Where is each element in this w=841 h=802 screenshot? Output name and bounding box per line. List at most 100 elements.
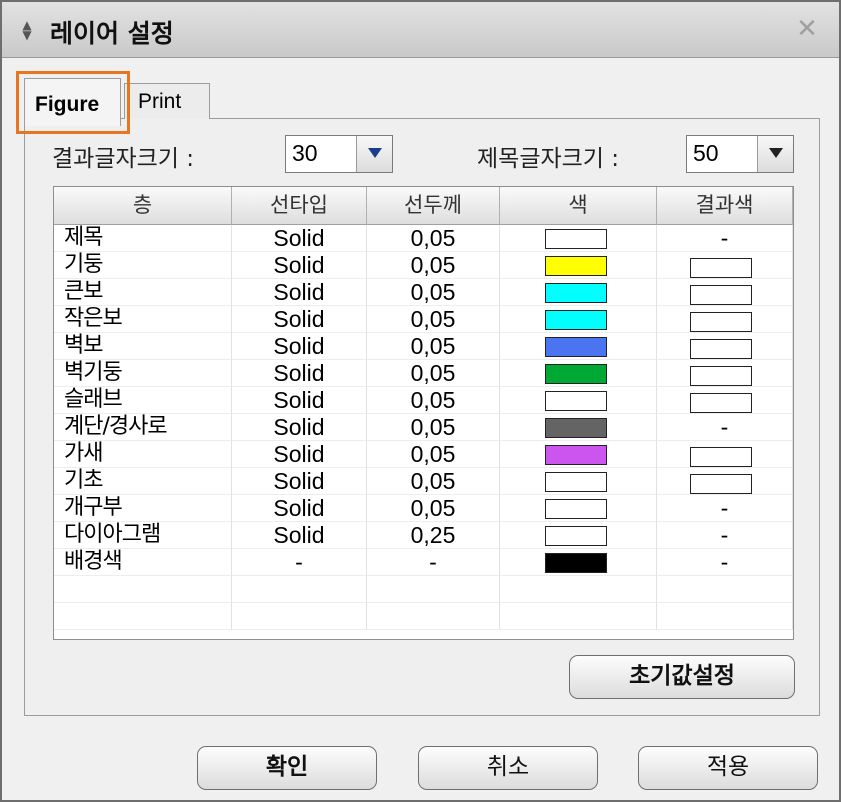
- empty-table-row: [54, 603, 793, 630]
- result-color-swatch[interactable]: [690, 312, 752, 332]
- column-header-color[interactable]: 색: [500, 187, 657, 225]
- table-row[interactable]: 슬래브 Solid 0,05: [54, 387, 793, 414]
- layer-name-cell: [54, 603, 232, 630]
- color-swatch[interactable]: [545, 229, 607, 249]
- color-swatch[interactable]: [545, 310, 607, 330]
- line-width-cell: 0,05: [367, 279, 500, 306]
- column-header-layer[interactable]: 층: [54, 187, 232, 225]
- title-font-size-label: 제목글자크기 :: [477, 146, 620, 172]
- color-swatch[interactable]: [545, 418, 607, 438]
- result-color-cell: -: [657, 549, 793, 576]
- result-font-size-select[interactable]: 30: [285, 135, 393, 173]
- color-cell: [500, 333, 657, 360]
- result-color-cell: -: [657, 522, 793, 549]
- title-font-size-select[interactable]: 50: [686, 135, 794, 173]
- line-type-cell: Solid: [232, 522, 367, 549]
- line-type-cell: Solid: [232, 279, 367, 306]
- table-row[interactable]: 큰보 Solid 0,05: [54, 279, 793, 306]
- table-row[interactable]: 기둥 Solid 0,05: [54, 252, 793, 279]
- color-swatch[interactable]: [545, 283, 607, 303]
- layer-name-cell: 개구부: [54, 495, 232, 522]
- table-row[interactable]: 개구부 Solid 0,05 -: [54, 495, 793, 522]
- color-swatch[interactable]: [545, 256, 607, 276]
- line-type-cell: Solid: [232, 468, 367, 495]
- color-swatch[interactable]: [545, 472, 607, 492]
- chevron-down-icon[interactable]: [757, 136, 793, 172]
- table-row[interactable]: 가새 Solid 0,05: [54, 441, 793, 468]
- table-row[interactable]: 다이아그램 Solid 0,25 -: [54, 522, 793, 549]
- line-width-cell: 0,05: [367, 387, 500, 414]
- color-cell: [500, 279, 657, 306]
- layer-name-cell: 배경색: [54, 549, 232, 576]
- line-width-cell: 0,05: [367, 333, 500, 360]
- result-color-swatch[interactable]: [690, 474, 752, 494]
- table-row[interactable]: 제목 Solid 0,05 -: [54, 225, 793, 252]
- color-swatch[interactable]: [545, 391, 607, 411]
- reset-defaults-button[interactable]: 초기값설정: [569, 655, 795, 699]
- column-header-line-width[interactable]: 선두께: [367, 187, 500, 225]
- ok-button[interactable]: 확인: [197, 746, 377, 790]
- result-color-swatch[interactable]: [690, 447, 752, 467]
- line-width-cell: 0,05: [367, 414, 500, 441]
- result-color-cell: [657, 576, 793, 603]
- line-width-cell: 0,05: [367, 360, 500, 387]
- line-width-cell: 0,05: [367, 306, 500, 333]
- layer-settings-dialog: ▲ ▼ 레이어 설정 ✕ 결과글자크기 : 30 제목글자크기 : 50 Figu…: [0, 0, 841, 802]
- line-width-cell: -: [367, 549, 500, 576]
- table-row[interactable]: 계단/경사로 Solid 0,05 -: [54, 414, 793, 441]
- dialog-title: 레이어 설정: [50, 19, 174, 48]
- color-cell: [500, 387, 657, 414]
- result-color-cell: -: [657, 225, 793, 252]
- color-swatch[interactable]: [545, 499, 607, 519]
- result-color-cell: [657, 279, 793, 306]
- line-type-cell: Solid: [232, 225, 367, 252]
- line-width-cell: 0,05: [367, 441, 500, 468]
- line-type-cell: Solid: [232, 441, 367, 468]
- line-type-cell: Solid: [232, 360, 367, 387]
- color-swatch[interactable]: [545, 445, 607, 465]
- cancel-button[interactable]: 취소: [418, 746, 598, 790]
- result-color-cell: [657, 468, 793, 495]
- line-width-cell: 0,05: [367, 495, 500, 522]
- tab-print[interactable]: Print: [124, 83, 210, 119]
- color-swatch[interactable]: [545, 526, 607, 546]
- line-type-cell: Solid: [232, 306, 367, 333]
- layer-name-cell: 큰보: [54, 279, 232, 306]
- layer-table: 층 선타입 선두께 색 결과색 제목 Solid 0,05- 기둥 Solid 0,05 큰…: [53, 186, 794, 640]
- table-row[interactable]: 배경색 - - -: [54, 549, 793, 576]
- table-row[interactable]: 벽기둥 Solid 0,05: [54, 360, 793, 387]
- title-bar[interactable]: ▲ ▼ 레이어 설정 ✕: [2, 2, 839, 58]
- result-color-cell: -: [657, 495, 793, 522]
- table-row[interactable]: 기초 Solid 0,05: [54, 468, 793, 495]
- line-width-cell: 0,05: [367, 252, 500, 279]
- result-color-cell: -: [657, 414, 793, 441]
- result-color-cell: [657, 333, 793, 360]
- close-icon[interactable]: ✕: [795, 16, 819, 42]
- color-cell: [500, 252, 657, 279]
- result-color-cell: [657, 360, 793, 387]
- line-type-cell: [232, 576, 367, 603]
- result-color-swatch[interactable]: [690, 285, 752, 305]
- layer-name-cell: 벽기둥: [54, 360, 232, 387]
- table-row[interactable]: 벽보 Solid 0,05: [54, 333, 793, 360]
- table-header: 층 선타입 선두께 색 결과색: [54, 187, 793, 225]
- result-color-swatch[interactable]: [690, 393, 752, 413]
- color-swatch[interactable]: [545, 337, 607, 357]
- column-header-line-type[interactable]: 선타입: [232, 187, 367, 225]
- color-swatch[interactable]: [545, 364, 607, 384]
- layer-name-cell: 기초: [54, 468, 232, 495]
- result-font-size-label: 결과글자크기 :: [52, 146, 195, 172]
- table-row[interactable]: 작은보 Solid 0,05: [54, 306, 793, 333]
- color-swatch[interactable]: [545, 553, 607, 573]
- result-color-swatch[interactable]: [690, 339, 752, 359]
- line-width-cell: 0,05: [367, 225, 500, 252]
- result-color-swatch[interactable]: [690, 258, 752, 278]
- color-cell: [500, 495, 657, 522]
- layer-name-cell: [54, 576, 232, 603]
- column-header-result-color[interactable]: 결과색: [657, 187, 793, 225]
- chevron-down-icon[interactable]: [356, 136, 392, 172]
- line-type-cell: Solid: [232, 495, 367, 522]
- result-color-swatch[interactable]: [690, 366, 752, 386]
- apply-button[interactable]: 적용: [638, 746, 818, 790]
- color-cell: [500, 414, 657, 441]
